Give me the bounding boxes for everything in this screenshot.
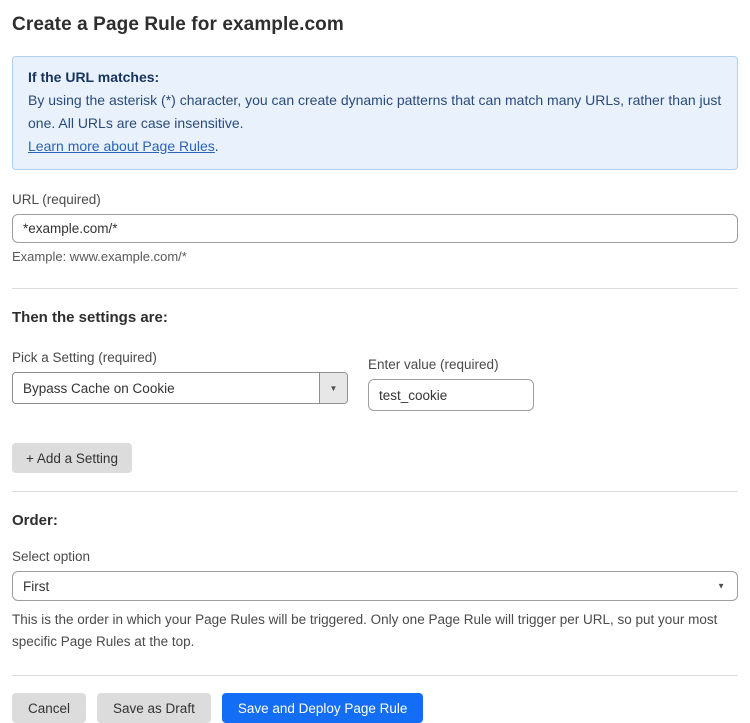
setting-select-value: Bypass Cache on Cookie — [13, 373, 319, 403]
order-heading: Order: — [12, 512, 738, 529]
pick-setting-label: Pick a Setting (required) — [12, 350, 348, 365]
value-column: Enter value (required) — [368, 357, 534, 411]
info-box-heading: If the URL matches: — [28, 66, 722, 89]
setting-column: Pick a Setting (required) Bypass Cache o… — [12, 350, 348, 404]
url-label: URL (required) — [12, 192, 738, 207]
order-helper-text: This is the order in which your Page Rul… — [12, 609, 732, 653]
settings-row: Pick a Setting (required) Bypass Cache o… — [12, 350, 738, 411]
chevron-down-icon: ▼ — [717, 582, 725, 591]
link-period: . — [215, 138, 219, 154]
setting-select-dropdown-button[interactable]: ▼ — [319, 373, 347, 403]
url-matches-info-box: If the URL matches: By using the asteris… — [12, 56, 738, 170]
info-box-link-line: Learn more about Page Rules. — [28, 135, 722, 158]
url-example-helper: Example: www.example.com/* — [12, 249, 738, 264]
cancel-button[interactable]: Cancel — [12, 693, 86, 723]
divider — [12, 491, 738, 492]
save-as-draft-button[interactable]: Save as Draft — [97, 693, 211, 723]
setting-value-input[interactable] — [368, 379, 534, 411]
learn-more-link[interactable]: Learn more about Page Rules — [28, 138, 215, 154]
page-title: Create a Page Rule for example.com — [12, 14, 738, 36]
settings-heading: Then the settings are: — [12, 309, 738, 326]
url-input[interactable] — [12, 214, 738, 243]
setting-select[interactable]: Bypass Cache on Cookie ▼ — [12, 372, 348, 404]
info-box-body: By using the asterisk (*) character, you… — [28, 89, 722, 135]
save-and-deploy-button[interactable]: Save and Deploy Page Rule — [222, 693, 424, 723]
divider — [12, 288, 738, 289]
divider — [12, 675, 738, 676]
add-setting-button[interactable]: + Add a Setting — [12, 443, 132, 473]
enter-value-label: Enter value (required) — [368, 357, 534, 372]
chevron-down-icon: ▼ — [330, 384, 338, 393]
order-select[interactable]: First ▼ — [12, 571, 738, 601]
form-actions: Cancel Save as Draft Save and Deploy Pag… — [12, 693, 738, 723]
order-select-value: First — [23, 579, 49, 594]
select-option-label: Select option — [12, 549, 738, 564]
